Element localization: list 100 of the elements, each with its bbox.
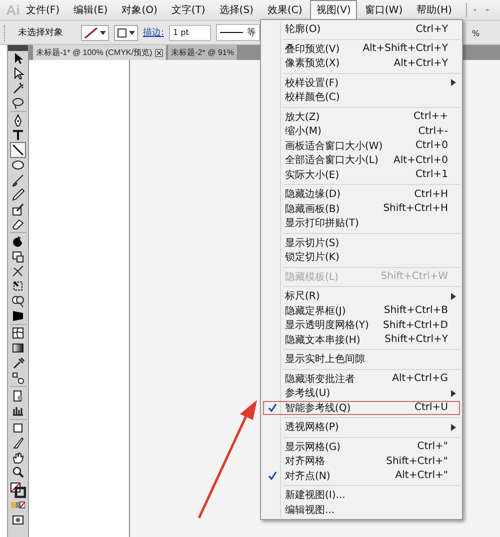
menu-item[interactable]: 隐藏画板(B) Shift+Ctrl+H <box>263 202 460 216</box>
stroke-link[interactable]: 描边: <box>143 26 164 39</box>
close-icon[interactable] <box>155 48 164 56</box>
menu-item[interactable]: 文字(T) <box>165 0 212 20</box>
eyedropper-icon[interactable] <box>11 356 25 370</box>
shortcut-label: Alt+Ctrl+0 <box>394 154 448 166</box>
menu-item-label: 标尺(R) <box>285 290 321 304</box>
menu-item[interactable]: 编辑(E) <box>68 0 114 20</box>
menu-item-label: 全部适合窗口大小(L) <box>285 154 380 168</box>
shape-builder-icon[interactable] <box>11 294 25 308</box>
hand-icon[interactable] <box>11 450 25 465</box>
free-transform-icon[interactable] <box>11 279 25 294</box>
menu-item[interactable]: 透视网格(P) <box>263 420 460 434</box>
blend-icon[interactable] <box>11 370 25 385</box>
menu-item[interactable]: 显示透明度网格(Y) Shift+Ctrl+D <box>263 318 460 332</box>
shortcut-label: Shift+Ctrl+B <box>384 305 448 316</box>
menu-item[interactable]: 帮助(H) <box>410 0 458 20</box>
menu-item[interactable]: 显示网格(G) Ctrl+" <box>263 440 460 454</box>
menu-item[interactable]: 锁定切片(K) <box>263 250 460 264</box>
shortcut-label: Alt+Ctrl+G <box>392 373 448 384</box>
search-icon[interactable] <box>11 465 25 480</box>
menu-item[interactable]: 效果(C) <box>261 0 308 20</box>
fill-swatch[interactable] <box>114 24 138 40</box>
menu-item[interactable]: 显示切片(S) <box>263 236 460 250</box>
shortcut-label: Shift+Ctrl+H <box>383 203 448 214</box>
menu-item-label: 透视网格(P) <box>285 420 340 434</box>
menu-item[interactable]: 放大(Z) Ctrl++ <box>263 110 460 124</box>
menu-item[interactable]: 叠印预览(V) Alt+Shift+Ctrl+Y <box>263 42 460 56</box>
menu-item[interactable]: 隐藏文本串接(H) Shift+Ctrl+Y <box>263 332 460 347</box>
menu-item[interactable]: 缩小(M) Ctrl+- <box>263 124 460 138</box>
submenu-arrow-icon <box>451 292 456 300</box>
shortcut-label: Ctrl+Y <box>416 24 448 35</box>
shortcut-label: Alt+Ctrl+" <box>395 470 448 482</box>
menu-item-label: 隐藏定界框(J) <box>285 304 347 318</box>
scale-icon[interactable] <box>11 250 25 264</box>
menu-item[interactable]: 像素预览(X) Alt+Ctrl+Y <box>263 56 460 70</box>
menu-item[interactable]: 选择(S) <box>213 0 260 20</box>
shortcut-label: Shift+Ctrl+Y <box>384 334 448 346</box>
selection-status: 未选择对象 <box>17 26 64 39</box>
menu-item[interactable]: 编辑视图... <box>263 502 460 517</box>
pencil-icon[interactable] <box>11 187 25 202</box>
menu-item[interactable]: 智能参考线(Q) Ctrl+U <box>263 400 460 415</box>
menu-item-label: 放大(Z) <box>285 110 321 124</box>
shortcut-label: Ctrl+0 <box>415 140 448 152</box>
menu-item[interactable]: 校样颜色(C) <box>263 90 460 104</box>
artboard-icon[interactable] <box>11 421 25 436</box>
menu-item[interactable]: 实际大小(E) Ctrl+1 <box>263 168 460 182</box>
menu-item-label: 画板适合窗口大小(W) <box>285 140 384 153</box>
menu-item-label: 显示切片(S) <box>285 236 340 250</box>
menu-item-label: 显示透明度网格(Y) <box>285 318 370 332</box>
eraser-icon[interactable] <box>11 216 25 231</box>
lasso-icon[interactable] <box>11 96 25 110</box>
shortcut-label: Alt+Ctrl+Y <box>394 58 448 69</box>
menu-item[interactable]: 轮廓(O) Ctrl+Y <box>263 22 460 36</box>
shortcut-label: Ctrl+H <box>414 188 448 200</box>
menu-item[interactable]: 文件(F) <box>20 0 66 20</box>
menu-item-label: 叠印预览(V) <box>285 42 341 56</box>
shortcut-label: Alt+Shift+Ctrl+Y <box>362 43 448 54</box>
shortcut-label: Shift+Ctrl+" <box>386 456 448 467</box>
line-profile-preview[interactable]: 等 <box>216 24 260 41</box>
menu-item[interactable]: 视图(V) <box>310 0 357 20</box>
gradient-icon[interactable] <box>11 341 25 356</box>
menu-item[interactable]: 画板适合窗口大小(W) Ctrl+0 <box>263 138 460 153</box>
menu-item[interactable]: 隐藏边缘(D) Ctrl+H <box>263 187 460 202</box>
menu-item[interactable]: 隐藏定界框(J) Shift+Ctrl+B <box>263 304 460 318</box>
shortcut-label: Ctrl+U <box>414 402 448 414</box>
menu-item[interactable]: 校样设置(F) <box>263 76 460 90</box>
menu-item[interactable]: 隐藏渐变批注者 Alt+Ctrl+G <box>263 372 460 386</box>
shortcut-label: Ctrl+1 <box>415 169 448 180</box>
shortcut-label: Ctrl+- <box>418 126 448 137</box>
brush-icon[interactable] <box>11 172 25 187</box>
menu-item[interactable]: 对齐网格 Shift+Ctrl+" <box>263 454 460 468</box>
ellipse-icon[interactable] <box>11 158 25 172</box>
line-segment-icon[interactable] <box>11 143 25 158</box>
shortcut-label: Shift+Ctrl+D <box>383 320 448 331</box>
opacity-suffix: % <box>472 29 480 38</box>
menu-item[interactable]: 对象(O) <box>116 0 164 20</box>
shortcut-label: Shift+Ctrl+W <box>380 271 448 282</box>
menu-item-label: 实际大小(E) <box>285 168 340 182</box>
screen-mode-icon[interactable] <box>11 513 25 528</box>
symbol-sprayer-icon[interactable] <box>11 388 25 403</box>
type-icon[interactable] <box>11 128 25 142</box>
stroke-weight-field[interactable]: 1 pt <box>169 24 212 40</box>
menu-item[interactable]: 标尺(R) <box>263 289 460 304</box>
blob-brush-icon[interactable] <box>11 202 25 216</box>
document-tab[interactable]: 未标题-2* @ 91% <box>168 45 237 60</box>
menu-item-label: 像素预览(X) <box>285 56 341 70</box>
stroke-swatch[interactable] <box>81 24 109 40</box>
menu-item[interactable]: 新建视图(I)... <box>263 488 460 502</box>
menu-item[interactable]: 显示打印拼贴(T) <box>263 216 460 230</box>
slice-icon[interactable] <box>11 436 25 450</box>
document-tab[interactable]: 未标题-1* @ 100% (CMYK/预览) <box>33 45 166 60</box>
mesh-icon[interactable] <box>11 326 25 340</box>
fill-stroke-icon[interactable] <box>10 482 26 498</box>
menu-item[interactable]: 对齐点(N) Alt+Ctrl+" <box>263 468 460 483</box>
menu-item[interactable]: 全部适合窗口大小(L) Alt+Ctrl+0 <box>263 153 460 168</box>
magic-wand-icon[interactable] <box>11 80 25 95</box>
menu-item[interactable]: 窗口(W) <box>358 0 409 20</box>
menu-item[interactable]: 参考线(U) <box>263 386 460 400</box>
menu-item[interactable]: 显示实时上色间隙 <box>263 352 460 366</box>
